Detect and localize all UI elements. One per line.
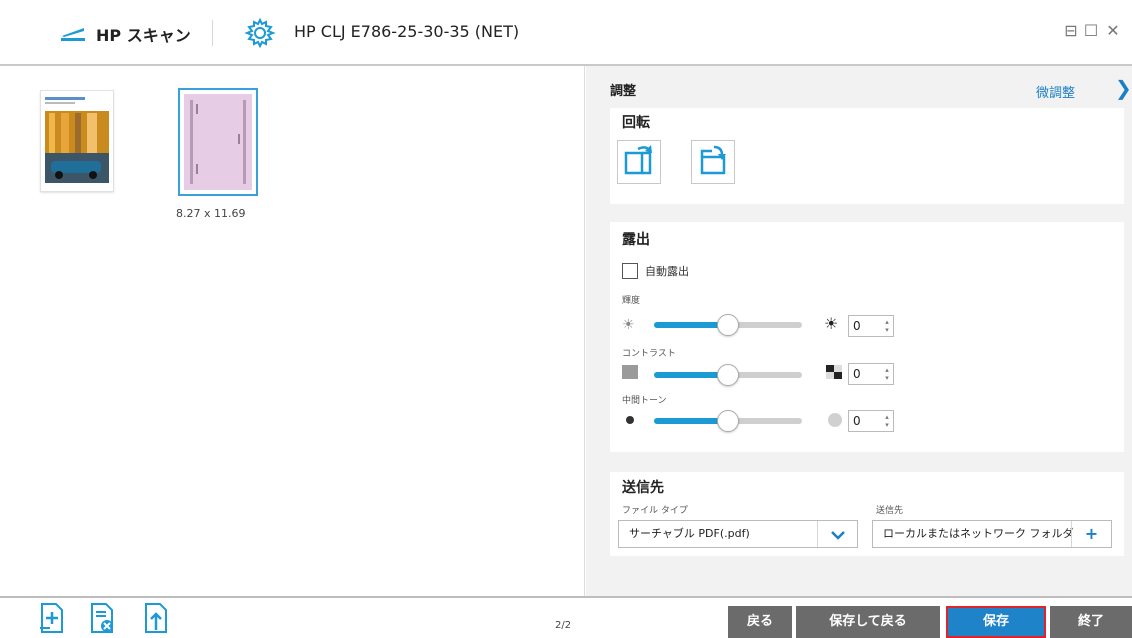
gear-icon[interactable]	[244, 17, 276, 49]
file-type-select[interactable]: サーチャブル PDF(.pdf)	[618, 520, 858, 548]
spinner-icon[interactable]: ▴ ▾	[883, 366, 891, 382]
contrast-value: 0	[853, 367, 861, 381]
panel-divider	[584, 66, 585, 596]
page-counter: 2/2	[555, 620, 572, 631]
contrast-high-icon	[826, 365, 842, 379]
exit-button[interactable]: 終了	[1050, 606, 1132, 638]
midtone-low-icon	[626, 416, 634, 424]
contrast-low-icon	[622, 365, 638, 379]
midtone-value-input[interactable]: 0 ▴ ▾	[848, 410, 894, 432]
file-type-label: ファイル タイプ	[622, 506, 688, 516]
add-destination-button[interactable]: +	[1071, 521, 1111, 547]
destination-select[interactable]: ローカルまたはネットワーク フォルダ +	[872, 520, 1112, 548]
rotate-right-icon	[700, 145, 726, 175]
insert-page-icon[interactable]	[142, 602, 170, 634]
destination-value: ローカルまたはネットワーク フォルダ	[883, 527, 1074, 540]
destination-title: 送信先	[622, 480, 664, 496]
midtone-high-icon	[828, 413, 842, 427]
page-size-label: 8.27 x 11.69	[176, 207, 246, 220]
midtone-label: 中間トーン	[622, 396, 667, 406]
auto-exposure-label: 自動露出	[645, 265, 689, 278]
brightness-value: 0	[853, 319, 861, 333]
app-name: HP スキャン	[96, 26, 191, 45]
rotate-right-button[interactable]	[691, 140, 735, 184]
fine-adjust-link[interactable]: 微調整	[1036, 82, 1075, 101]
contrast-value-input[interactable]: 0 ▴ ▾	[848, 363, 894, 385]
brightness-high-icon: ☀	[824, 314, 839, 333]
save-button[interactable]: 保存	[946, 606, 1046, 638]
brightness-low-icon: ☀	[622, 317, 635, 333]
save-and-back-button[interactable]: 保存して戻る	[796, 606, 940, 638]
title-separator	[212, 20, 213, 46]
back-button[interactable]: 戻る	[728, 606, 792, 638]
page-thumbnail-image	[184, 94, 252, 190]
add-page-icon[interactable]	[38, 602, 66, 634]
midtone-value: 0	[853, 414, 861, 428]
brightness-label: 輝度	[622, 296, 641, 306]
rotate-left-button[interactable]	[617, 140, 661, 184]
rotate-card	[610, 108, 1124, 204]
delete-page-icon[interactable]	[88, 602, 116, 634]
maximize-button[interactable]: ☐	[1082, 22, 1100, 40]
rotate-title: 回転	[622, 115, 650, 131]
close-button[interactable]: ✕	[1104, 22, 1122, 40]
destination-label: 送信先	[876, 506, 904, 516]
page-thumbnail-2-selected[interactable]	[178, 88, 258, 196]
device-name: HP CLJ E786-25-30-35 (NET)	[294, 22, 520, 41]
rotate-left-icon	[624, 145, 652, 175]
auto-exposure-checkbox[interactable]	[622, 263, 638, 279]
midtone-slider-handle[interactable]	[717, 410, 739, 432]
contrast-slider-handle[interactable]	[717, 364, 739, 386]
chevron-down-icon[interactable]	[817, 521, 857, 547]
contrast-label: コントラスト	[622, 349, 676, 359]
brightness-value-input[interactable]: 0 ▴ ▾	[848, 315, 894, 337]
exposure-title: 露出	[622, 232, 650, 248]
page-thumbnail-image	[41, 91, 113, 191]
page-thumbnail-1[interactable]	[40, 90, 114, 192]
adjust-title: 調整	[610, 84, 637, 99]
spinner-icon[interactable]: ▴ ▾	[883, 318, 891, 334]
chevron-right-icon[interactable]: ❯	[1115, 76, 1132, 100]
scanner-icon	[61, 28, 85, 41]
file-type-value: サーチャブル PDF(.pdf)	[629, 527, 750, 540]
brightness-slider-handle[interactable]	[717, 314, 739, 336]
spinner-icon[interactable]: ▴ ▾	[883, 413, 891, 429]
minimize-button[interactable]: ⊟	[1062, 22, 1080, 40]
